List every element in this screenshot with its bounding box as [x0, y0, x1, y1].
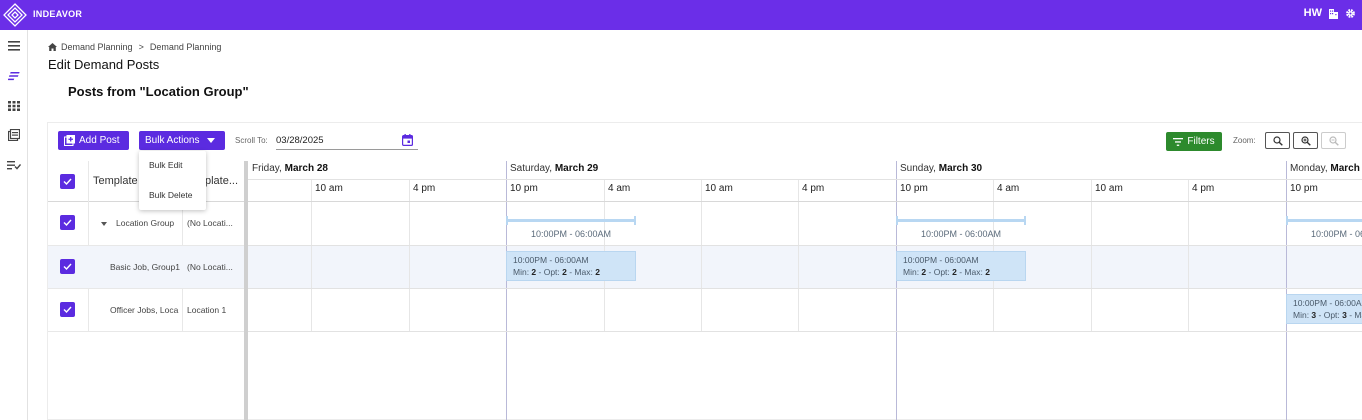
add-box-icon — [64, 135, 75, 146]
check-icon — [63, 263, 72, 270]
user-initials[interactable]: HW — [1304, 7, 1322, 19]
scroll-to-date-input[interactable]: 03/28/2025 — [276, 132, 418, 150]
post-event[interactable]: 10:00PM - 06:00AM Min: 2 - Opt: 2 - Max:… — [506, 251, 636, 281]
zoom-in-button[interactable] — [1293, 132, 1318, 149]
zoom-reset-button[interactable] — [1265, 132, 1290, 149]
timeline: Friday, March 28 Saturday, March 29 Sund… — [248, 161, 1362, 420]
bulk-actions-button[interactable]: Bulk Actions — [139, 131, 225, 150]
row-template-name: Basic Job, Group1 — [110, 262, 180, 272]
add-post-button[interactable]: Add Post — [58, 131, 129, 150]
column-header-template[interactable]: Template — [93, 175, 138, 187]
row-template-name: Location Group — [116, 218, 175, 228]
row-location: (No Locati... — [187, 218, 233, 228]
left-nav — [0, 30, 28, 420]
checklist-icon[interactable] — [5, 156, 23, 174]
calendar-icon[interactable] — [402, 134, 413, 146]
bulk-actions-menu: Bulk Edit Bulk Delete — [139, 151, 206, 210]
day-header: Saturday, March 29 — [510, 163, 599, 174]
hour-header: 4 am — [608, 183, 631, 194]
indeavor-logo-icon[interactable] — [2, 2, 28, 28]
breadcrumb-item[interactable]: Demand Planning — [150, 42, 222, 52]
caret-down-icon — [207, 138, 216, 143]
check-icon — [63, 219, 72, 226]
breadcrumb-item[interactable]: Demand Planning — [61, 42, 133, 52]
section-title: Posts from "Location Group" — [68, 84, 249, 99]
summary-bar[interactable]: 10:00PM - 06:00AM — [896, 209, 1026, 239]
post-event[interactable]: 10:00PM - 06:00AM Min: 2 - Opt: 2 - Max:… — [896, 251, 1026, 281]
hour-header: 10 am — [315, 183, 343, 194]
hour-header: 10 am — [705, 183, 733, 194]
zoom-in-icon — [1300, 135, 1311, 146]
menu-item-bulk-delete[interactable]: Bulk Delete — [149, 190, 192, 200]
gear-icon[interactable] — [1345, 8, 1356, 19]
day-header: Friday, March 28 — [252, 163, 328, 174]
check-icon — [63, 306, 72, 313]
filter-icon — [1173, 137, 1184, 146]
bulk-actions-label: Bulk Actions — [145, 135, 200, 146]
scroll-to-label: Scroll To: — [235, 136, 268, 145]
magnifier-icon — [1272, 135, 1283, 146]
home-icon[interactable] — [48, 43, 57, 51]
row-location: Location 1 — [187, 305, 227, 315]
hour-header: 10 am — [1095, 183, 1123, 194]
hour-header: 4 pm — [802, 183, 825, 194]
menu-icon[interactable] — [5, 37, 23, 55]
day-header: Sunday, March 30 — [900, 163, 983, 174]
select-all-checkbox[interactable] — [60, 174, 75, 189]
hour-header: 4 pm — [413, 183, 436, 194]
breadcrumb: Demand Planning > Demand Planning — [48, 42, 221, 52]
row-checkbox[interactable] — [60, 215, 75, 230]
row-checkbox[interactable] — [60, 302, 75, 317]
filters-label: Filters — [1187, 136, 1215, 147]
breadcrumb-separator: > — [138, 42, 144, 52]
column-header-location[interactable]: plate... — [205, 175, 238, 187]
grid-icon[interactable] — [5, 97, 23, 115]
brand-name: INDEAVOR — [33, 9, 83, 19]
add-post-label: Add Post — [79, 135, 120, 146]
menu-item-bulk-edit[interactable]: Bulk Edit — [149, 160, 183, 170]
zoom-out-icon — [1328, 135, 1339, 146]
row-checkbox[interactable] — [60, 259, 75, 274]
zoom-out-button[interactable] — [1321, 132, 1346, 149]
hour-header: 10 pm — [1290, 183, 1318, 194]
hour-header: 10 pm — [900, 183, 928, 194]
page-title: Edit Demand Posts — [48, 57, 160, 72]
row-location: (No Locati... — [187, 262, 233, 272]
summary-bar[interactable]: 10:00PM - 06:00AM — [1286, 209, 1362, 239]
caret-down-icon[interactable] — [101, 222, 107, 226]
check-icon — [63, 178, 72, 185]
day-header: Monday, March 31 — [1290, 163, 1362, 174]
hour-header: 4 am — [997, 183, 1020, 194]
post-event[interactable]: 10:00PM - 06:00AM Min: 3 - Opt: 3 - Max:… — [1286, 294, 1362, 324]
zoom-label: Zoom: — [1233, 136, 1256, 145]
row-template-name: Officer Jobs, Loca — [110, 305, 179, 315]
top-bar: INDEAVOR HW — [0, 0, 1362, 30]
summary-bar[interactable]: 10:00PM - 06:00AM — [506, 209, 636, 239]
library-icon[interactable] — [5, 126, 23, 144]
hour-header: 10 pm — [510, 183, 538, 194]
demand-planning-icon[interactable] — [5, 67, 23, 85]
building-icon[interactable] — [1328, 8, 1339, 19]
hour-header: 4 pm — [1192, 183, 1215, 194]
scroll-to-value: 03/28/2025 — [276, 135, 324, 146]
filters-button[interactable]: Filters — [1166, 132, 1222, 151]
